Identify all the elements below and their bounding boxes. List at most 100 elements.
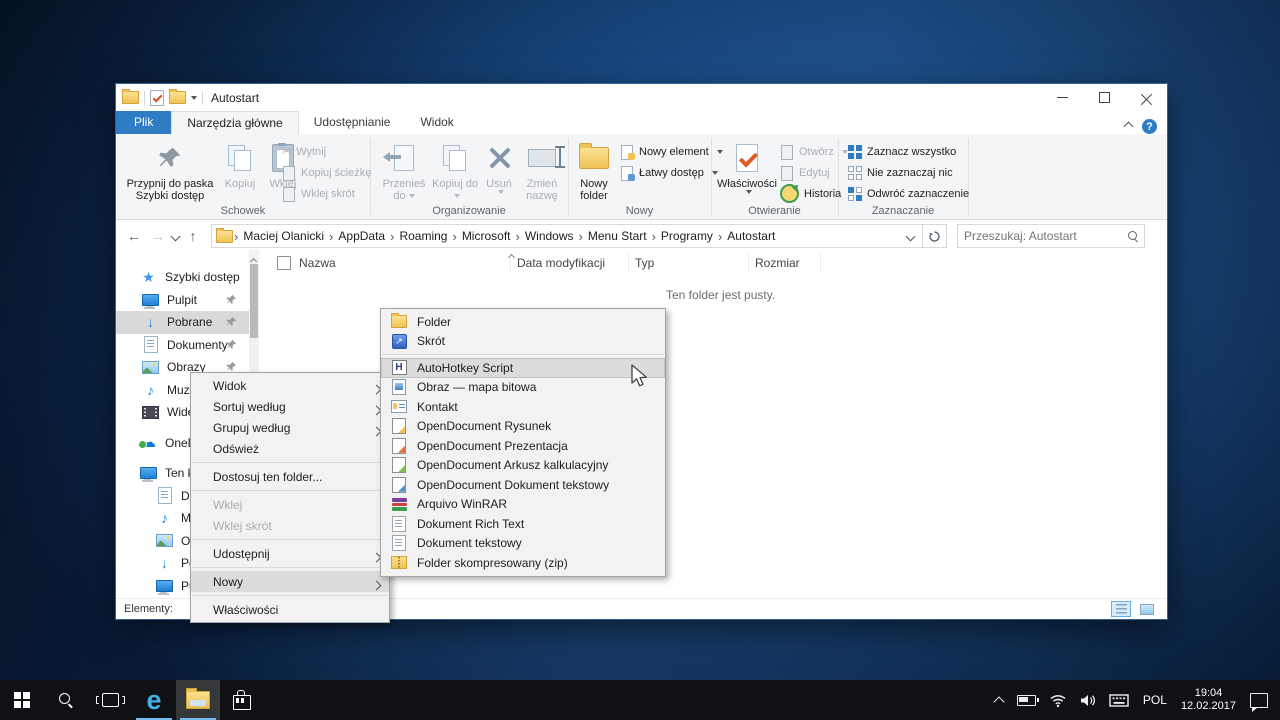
select-none-button[interactable]: Nie zaznaczaj nic bbox=[848, 163, 953, 182]
qat-customize-chevron-icon[interactable] bbox=[191, 96, 197, 100]
qat-new-folder-icon[interactable] bbox=[169, 91, 186, 104]
thumbnails-view-button[interactable] bbox=[1137, 601, 1157, 617]
sidebar-item-downloads[interactable]: ↓ Pobrane bbox=[116, 311, 249, 334]
taskbar-file-explorer-button[interactable] bbox=[176, 680, 220, 720]
select-all-checkbox[interactable] bbox=[277, 256, 291, 270]
copy-to-button[interactable]: Kopiuj do bbox=[432, 140, 478, 202]
menu-item-paste-shortcut[interactable]: Wklej skrót bbox=[191, 515, 389, 536]
crumb-autostart[interactable]: Autostart bbox=[723, 229, 779, 243]
menu-item-view[interactable]: Widok bbox=[191, 375, 389, 396]
crumb-programy[interactable]: Programy bbox=[657, 229, 717, 243]
copy-path-button[interactable]: Kopiuj ścieżkę bbox=[282, 163, 371, 182]
taskbar-search-button[interactable] bbox=[44, 680, 88, 720]
submenu-item-opendocument-spreadsheet[interactable]: OpenDocument Arkusz kalkulacyjny bbox=[381, 456, 665, 476]
crumb-user[interactable]: Maciej Olanicki bbox=[239, 229, 328, 243]
submenu-item-winrar-archive[interactable]: Arquivo WinRAR bbox=[381, 495, 665, 515]
menu-item-properties[interactable]: Właściwości bbox=[191, 599, 389, 620]
sidebar-item-documents[interactable]: Dokumenty bbox=[116, 334, 249, 357]
network-indicator[interactable] bbox=[1050, 694, 1066, 707]
column-header-date[interactable]: Data modyfikacji bbox=[511, 253, 629, 273]
back-button[interactable]: ← bbox=[122, 228, 146, 244]
ribbon-tabstrip: Plik Narzędzia główne Udostępnianie Wido… bbox=[116, 111, 1167, 134]
submenu-item-text-document[interactable]: Dokument tekstowy bbox=[381, 534, 665, 554]
paste-shortcut-button[interactable]: Wklej skrót bbox=[282, 184, 355, 203]
qat-properties-icon[interactable] bbox=[150, 90, 164, 106]
task-view-button[interactable] bbox=[88, 680, 132, 720]
taskbar-edge-button[interactable]: e bbox=[132, 680, 176, 720]
tray-overflow-button[interactable] bbox=[995, 695, 1003, 706]
taskbar-store-button[interactable] bbox=[220, 680, 264, 720]
scrollbar-thumb[interactable] bbox=[250, 264, 258, 338]
history-button[interactable]: Historia bbox=[780, 184, 841, 203]
submenu-item-rich-text-document[interactable]: Dokument Rich Text bbox=[381, 514, 665, 534]
search-box[interactable] bbox=[957, 224, 1145, 248]
recent-locations-chevron-icon[interactable] bbox=[171, 231, 181, 241]
refresh-button[interactable] bbox=[923, 224, 947, 248]
new-folder-button[interactable]: Nowy folder bbox=[572, 140, 616, 202]
submenu-item-opendocument-presentation[interactable]: OpenDocument Prezentacja bbox=[381, 436, 665, 456]
minimize-button[interactable] bbox=[1041, 84, 1083, 111]
battery-indicator[interactable] bbox=[1017, 695, 1036, 706]
tab-home[interactable]: Narzędzia główne bbox=[171, 111, 298, 134]
submenu-item-autohotkey-script[interactable]: AutoHotkey Script bbox=[381, 358, 665, 378]
touch-keyboard-button[interactable] bbox=[1109, 694, 1129, 707]
menu-item-group-by[interactable]: Grupuj według bbox=[191, 417, 389, 438]
submenu-item-shortcut[interactable]: Skrót bbox=[381, 332, 665, 352]
action-center-button[interactable] bbox=[1250, 693, 1268, 708]
crumb-appdata[interactable]: AppData bbox=[334, 229, 389, 243]
submenu-item-opendocument-text[interactable]: OpenDocument Dokument tekstowy bbox=[381, 475, 665, 495]
crumb-roaming[interactable]: Roaming bbox=[395, 229, 451, 243]
crumb-menustart[interactable]: Menu Start bbox=[584, 229, 651, 243]
close-button[interactable] bbox=[1125, 84, 1167, 111]
clock[interactable]: 19:04 12.02.2017 bbox=[1181, 687, 1236, 713]
crumb-windows[interactable]: Windows bbox=[521, 229, 578, 243]
menu-item-paste[interactable]: Wklej bbox=[191, 494, 389, 515]
menu-item-refresh[interactable]: Odśwież bbox=[191, 438, 389, 459]
crumb-microsoft[interactable]: Microsoft bbox=[458, 229, 515, 243]
submenu-item-compressed-folder[interactable]: Folder skompresowany (zip) bbox=[381, 553, 665, 573]
address-dropdown-chevron-icon[interactable] bbox=[906, 231, 916, 241]
start-button[interactable] bbox=[0, 680, 44, 720]
submenu-item-folder[interactable]: Folder bbox=[381, 312, 665, 332]
help-icon[interactable]: ? bbox=[1142, 119, 1157, 134]
menu-item-sort-by[interactable]: Sortuj według bbox=[191, 396, 389, 417]
column-header-size[interactable]: Rozmiar bbox=[749, 253, 821, 273]
easy-access-button[interactable]: Łatwy dostęp bbox=[620, 163, 718, 182]
column-header-type[interactable]: Typ bbox=[629, 253, 749, 273]
submenu-item-opendocument-drawing[interactable]: OpenDocument Rysunek bbox=[381, 417, 665, 437]
new-item-label: Nowy element bbox=[639, 146, 709, 158]
new-item-button[interactable]: Nowy element bbox=[620, 142, 723, 161]
invert-selection-button[interactable]: Odwróć zaznaczenie bbox=[848, 184, 969, 203]
column-header-name[interactable]: Nazwa bbox=[259, 253, 511, 273]
odf-text-icon bbox=[392, 477, 406, 493]
open-button[interactable]: Otwórz bbox=[780, 142, 848, 161]
tab-view[interactable]: Widok bbox=[405, 111, 468, 134]
collapse-ribbon-icon[interactable] bbox=[1124, 122, 1134, 132]
sidebar-item-quick-access[interactable]: ★ Szybki dostęp bbox=[116, 266, 249, 289]
forward-button[interactable]: → bbox=[146, 228, 170, 244]
rename-button[interactable]: Zmień nazwę bbox=[520, 140, 564, 202]
pin-to-quick-access-button[interactable]: Przypnij do paska Szybki dostęp bbox=[124, 140, 216, 202]
edit-button[interactable]: Edytuj bbox=[780, 163, 830, 182]
breadcrumb[interactable]: › Maciej Olanicki › AppData › Roaming › … bbox=[211, 224, 923, 248]
tab-share[interactable]: Udostępnianie bbox=[299, 111, 406, 134]
move-to-button[interactable]: Przenieś do bbox=[378, 140, 430, 202]
sidebar-item-desktop[interactable]: Pulpit bbox=[116, 289, 249, 312]
copy-button[interactable]: Kopiuj bbox=[218, 140, 262, 190]
submenu-item-contact[interactable]: Kontakt bbox=[381, 397, 665, 417]
submenu-item-bitmap-image[interactable]: Obraz — mapa bitowa bbox=[381, 378, 665, 398]
tab-file[interactable]: Plik bbox=[116, 111, 171, 134]
language-indicator[interactable]: POL bbox=[1143, 693, 1167, 707]
maximize-button[interactable] bbox=[1083, 84, 1125, 111]
search-input[interactable] bbox=[964, 229, 1128, 243]
menu-item-new[interactable]: Nowy bbox=[191, 571, 389, 592]
details-view-button[interactable] bbox=[1111, 601, 1131, 617]
cut-button[interactable]: ✂ Wytnij bbox=[282, 142, 326, 161]
menu-item-customize-folder[interactable]: Dostosuj ten folder... bbox=[191, 466, 389, 487]
up-button[interactable]: ↑ bbox=[181, 228, 205, 244]
volume-indicator[interactable] bbox=[1080, 694, 1095, 707]
select-all-button[interactable]: Zaznacz wszystko bbox=[848, 142, 956, 161]
delete-button[interactable]: Usuń bbox=[480, 140, 518, 194]
menu-item-share[interactable]: Udostępnij bbox=[191, 543, 389, 564]
properties-button[interactable]: Właściwości bbox=[718, 140, 776, 194]
